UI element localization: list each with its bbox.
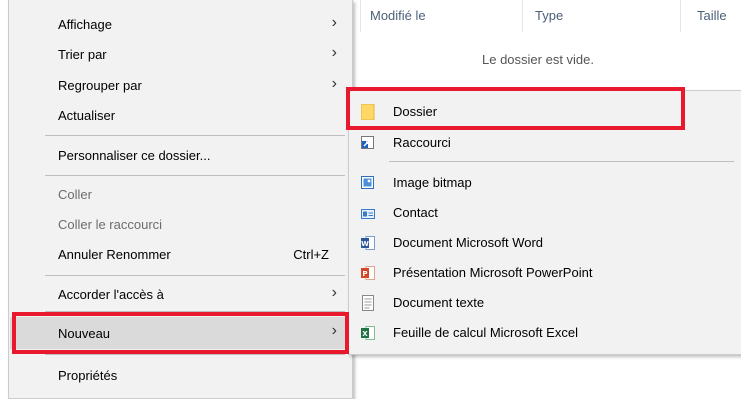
menu-item-personnaliser[interactable]: Personnaliser ce dossier... [10,143,351,169]
column-header-size[interactable]: Taille [697,8,727,23]
submenu-item-label: Image bitmap [393,175,472,190]
menu-item-label: Personnaliser ce dossier... [58,148,211,163]
shortcut-label: Ctrl+Z [293,247,329,262]
submenu-item-dossier[interactable]: Dossier [349,98,741,126]
menu-separator [45,175,345,176]
submenu-item-label: Contact [393,205,438,220]
menu-item-label: Annuler Renommer [58,247,171,262]
submenu-item-label: Raccourci [393,135,451,150]
chevron-right-icon: › [331,44,337,61]
column-header-type[interactable]: Type [535,8,563,23]
shortcut-icon [361,136,374,149]
bitmap-icon [361,176,374,189]
submenu-item-excel[interactable]: X Feuille de calcul Microsoft Excel [349,319,741,347]
new-submenu: Dossier Raccourci Image bitmap Contact W… [348,90,741,355]
powerpoint-icon: P [361,266,375,280]
context-menu: Affichage › Trier par › Regrouper par › … [8,0,353,399]
submenu-item-label: Document texte [393,295,485,310]
svg-text:W: W [361,240,369,248]
menu-item-label: Regrouper par [58,78,142,93]
column-separator [680,0,681,32]
svg-text:P: P [362,270,367,278]
chevron-right-icon: › [331,75,337,92]
menu-item-annuler-renommer[interactable]: Annuler Renommer Ctrl+Z [10,242,351,268]
menu-item-label: Trier par [58,47,107,62]
menu-item-label: Propriétés [58,368,118,383]
excel-icon: X [361,326,375,340]
submenu-item-contact[interactable]: Contact [349,199,741,227]
submenu-item-raccourci[interactable]: Raccourci [349,129,741,157]
menu-separator [45,135,345,136]
menu-item-accorder-acces[interactable]: Accorder l'accès à › [10,282,351,308]
svg-text:X: X [362,330,368,338]
menu-item-label: Actualiser [58,108,116,123]
chevron-right-icon: › [331,14,337,31]
menu-item-coller-raccourci: Coller le raccourci [10,212,351,238]
menu-separator [389,161,734,162]
menu-item-coller: Coller [10,182,351,208]
word-icon: W [361,236,375,250]
menu-item-label: Accorder l'accès à [58,287,164,302]
empty-folder-message: Le dossier est vide. [482,52,595,67]
submenu-item-word[interactable]: W Document Microsoft Word [349,229,741,257]
column-separator [360,0,361,32]
column-separator [522,0,523,32]
chevron-right-icon: › [331,284,337,301]
menu-separator [45,311,345,312]
submenu-item-document-texte[interactable]: Document texte [349,289,741,317]
menu-item-label: Nouveau [58,326,111,341]
menu-item-label: Affichage [58,17,112,32]
submenu-item-image-bitmap[interactable]: Image bitmap [349,169,741,197]
menu-separator [45,275,345,276]
submenu-item-powerpoint[interactable]: P Présentation Microsoft PowerPoint [349,259,741,287]
text-document-icon [362,295,374,311]
folder-icon [361,104,375,120]
menu-item-actualiser[interactable]: Actualiser [10,103,351,129]
chevron-right-icon: › [331,322,337,339]
menu-item-label: Coller le raccourci [58,217,163,232]
submenu-item-label: Présentation Microsoft PowerPoint [393,265,593,280]
submenu-item-label: Dossier [393,104,438,119]
menu-item-label: Coller [58,187,92,202]
menu-item-nouveau[interactable]: Nouveau › [10,317,351,349]
submenu-item-label: Feuille de calcul Microsoft Excel [393,325,578,340]
menu-separator [45,354,345,355]
menu-item-affichage[interactable]: Affichage › [10,12,351,38]
menu-item-regrouper-par[interactable]: Regrouper par › [10,73,351,99]
column-header-modified[interactable]: Modifié le [370,8,426,23]
contact-icon [361,209,375,219]
menu-item-trier-par[interactable]: Trier par › [10,42,351,68]
submenu-item-label: Document Microsoft Word [393,235,544,250]
menu-item-proprietes[interactable]: Propriétés [10,363,351,389]
